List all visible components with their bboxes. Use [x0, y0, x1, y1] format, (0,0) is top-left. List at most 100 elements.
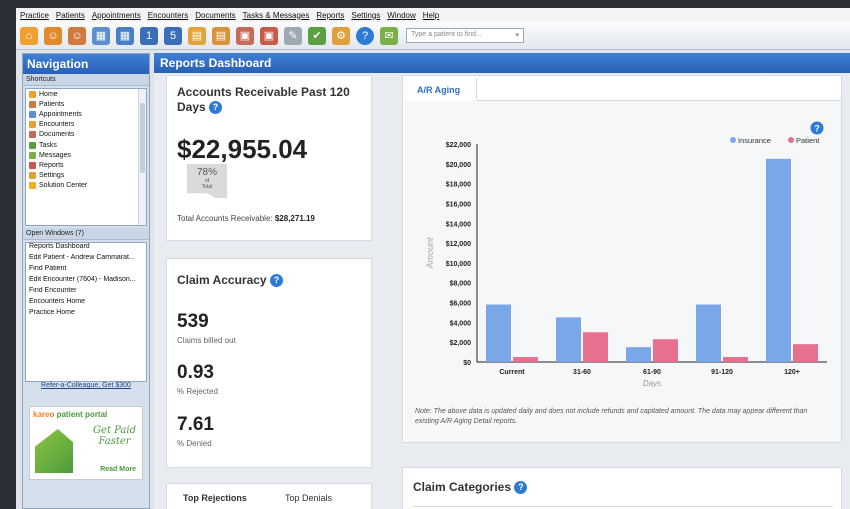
x-tick-label: 91-120 — [711, 369, 733, 376]
check-icon — [29, 141, 36, 149]
open-windows-label: Open Windows (7) — [23, 228, 149, 240]
kareo-logo: kareo patient portal — [30, 407, 142, 422]
document-icon[interactable]: ▣ — [236, 26, 254, 45]
day-view-icon[interactable]: 1 — [140, 26, 158, 45]
tasks-check-icon[interactable]: ✔ — [308, 26, 326, 45]
help-icon[interactable]: ? — [514, 481, 528, 495]
menu-tasks-messages[interactable]: Tasks & Messages — [243, 11, 310, 20]
shortcut-encounters[interactable]: Encounters — [26, 120, 146, 130]
ad-read-more[interactable]: Read More — [100, 466, 136, 473]
rejections-denials-card: Top Rejections Top Denials — [166, 483, 372, 509]
ar-past-120-card: Accounts Receivable Past 120 Days ? $22,… — [166, 75, 372, 241]
ar-total-value: $28,271.19 — [274, 214, 315, 223]
tab-top-rejections[interactable]: Top Rejections — [183, 493, 247, 503]
shortcut-solution-center[interactable]: Solution Center — [26, 181, 146, 191]
bar-insurance-61-90[interactable] — [626, 347, 651, 362]
envelope-icon — [29, 151, 36, 159]
shortcut-tasks[interactable]: Tasks — [26, 140, 146, 150]
settings-icon[interactable]: ⚙ — [332, 26, 350, 45]
patient-search-input[interactable]: Type a patient to find... ▾ — [406, 28, 524, 43]
menu-practice[interactable]: Practice — [20, 11, 49, 20]
find-patient-icon[interactable]: ☺ — [44, 26, 62, 45]
new-patient-icon[interactable]: ☺ — [68, 26, 86, 45]
bar-insurance-31-60[interactable] — [556, 317, 581, 362]
tab-top-denials[interactable]: Top Denials — [285, 493, 332, 503]
ad-illustration — [35, 429, 73, 473]
help-icon[interactable]: ? — [356, 26, 374, 45]
shortcut-appointments[interactable]: Appointments — [26, 109, 146, 119]
legend-label-patient: Patient — [796, 136, 820, 145]
open-window-item[interactable]: Encounters Home — [26, 298, 146, 309]
shortcut-documents[interactable]: Documents — [26, 130, 146, 140]
help-icon[interactable]: ? — [269, 274, 283, 288]
open-window-item[interactable]: Find Encounter — [26, 287, 146, 298]
app-window: Practice Patients Appointments Encounter… — [16, 8, 850, 509]
bar-insurance-120+[interactable] — [766, 158, 791, 362]
x-tick-label: 31-60 — [573, 369, 591, 376]
claim-categories-title-text: Claim Categories — [413, 480, 512, 494]
dropdown-arrow-icon[interactable]: ▾ — [515, 31, 519, 40]
shortcut-home[interactable]: Home — [26, 89, 146, 99]
open-window-item[interactable]: Edit Patient - Andrew Cammarat... — [26, 254, 146, 265]
x-tick-label: 61-90 — [643, 369, 661, 376]
ar-percent-badge: 78% of Total — [187, 164, 227, 198]
encounter-icon — [29, 121, 36, 129]
week-view-icon[interactable]: 5 — [164, 26, 182, 45]
edit-icon[interactable]: ✎ — [284, 26, 302, 45]
claim-accuracy-title: Claim Accuracy ? — [177, 273, 283, 288]
open-window-item[interactable]: Find Patient — [26, 265, 146, 276]
open-window-item[interactable]: Reports Dashboard — [26, 243, 146, 254]
bar-insurance-91-120[interactable] — [696, 304, 721, 362]
claim-categories-title: Claim Categories ? — [413, 480, 528, 495]
appointment-icon[interactable]: ▦ — [116, 26, 134, 45]
menu-window[interactable]: Window — [387, 11, 415, 20]
shortcut-messages[interactable]: Messages — [26, 150, 146, 160]
shortcut-label: Reports — [39, 161, 64, 169]
menu-settings[interactable]: Settings — [351, 11, 380, 20]
bar-patient-61-90[interactable] — [653, 339, 678, 362]
open-windows-list: Reports Dashboard Edit Patient - Andrew … — [25, 242, 147, 382]
solution-center-icon — [29, 182, 36, 190]
help-icon[interactable]: ? — [209, 101, 223, 115]
shortcut-settings[interactable]: Settings — [26, 171, 146, 181]
shortcut-reports[interactable]: Reports — [26, 160, 146, 170]
x-tick-label: 120+ — [784, 369, 800, 376]
home-icon — [29, 90, 36, 98]
encounter-icon[interactable]: ▤ — [188, 26, 206, 45]
shortcut-patients[interactable]: Patients — [26, 99, 146, 109]
y-tick-label: $10,000 — [446, 261, 471, 268]
menu-patients[interactable]: Patients — [56, 11, 85, 20]
home-icon[interactable]: ⌂ — [20, 26, 38, 45]
report-icon[interactable]: ▣ — [260, 26, 278, 45]
open-window-item[interactable]: Practice Home — [26, 309, 146, 320]
bar-patient-31-60[interactable] — [583, 332, 608, 362]
menu-help[interactable]: Help — [423, 11, 439, 20]
bar-patient-current[interactable] — [513, 357, 538, 362]
legend-label-insurance: Insurance — [738, 136, 771, 145]
refer-colleague-link[interactable]: Refer-a-Colleague, Get $300 — [23, 382, 149, 389]
y-tick-label: $14,000 — [446, 221, 471, 228]
y-tick-label: $4,000 — [450, 320, 472, 327]
bar-patient-91-120[interactable] — [723, 357, 748, 362]
navigation-sidebar: Navigation Shortcuts Home Patients Appoi… — [22, 53, 150, 509]
ad-brand-suffix: patient portal — [56, 410, 108, 419]
reports-dashboard: Reports Dashboard Accounts Receivable Pa… — [154, 53, 850, 509]
help-icon-glyph: ? — [814, 124, 820, 134]
ad-brand: kareo — [33, 410, 55, 419]
patient-search-placeholder: Type a patient to find... — [411, 31, 482, 38]
patient-portal-ad[interactable]: kareo patient portal Get Paid Faster Read… — [29, 406, 143, 480]
menu-appointments[interactable]: Appointments — [92, 11, 141, 20]
shortcuts-scrollbar[interactable] — [138, 89, 146, 225]
open-window-item[interactable]: Edit Encounter (7604) - Madison... — [26, 276, 146, 287]
toolbar: ⌂ ☺ ☺ ▦ ▦ 1 5 ▤ ▤ ▣ ▣ ✎ ✔ ⚙ ? ✉ Type a p… — [16, 22, 850, 50]
new-encounter-icon[interactable]: ▤ — [212, 26, 230, 45]
menu-encounters[interactable]: Encounters — [148, 11, 188, 20]
menu-reports[interactable]: Reports — [316, 11, 344, 20]
messages-icon[interactable]: ✉ — [380, 26, 398, 45]
bar-insurance-current[interactable] — [486, 304, 511, 362]
bar-patient-120+[interactable] — [793, 344, 818, 362]
menu-documents[interactable]: Documents — [195, 11, 235, 20]
scrollbar-thumb[interactable] — [140, 103, 145, 173]
calendar-icon[interactable]: ▦ — [92, 26, 110, 45]
ar-title: Accounts Receivable Past 120 Days ? — [177, 85, 357, 115]
